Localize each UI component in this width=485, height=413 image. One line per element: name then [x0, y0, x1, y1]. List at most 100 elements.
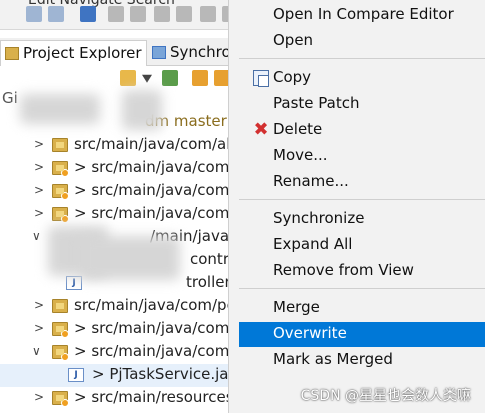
- project-explorer-icon: [5, 47, 19, 60]
- commit-icon[interactable]: [162, 70, 178, 86]
- modified-overlay-icon: [61, 330, 69, 338]
- package-folder-icon: [52, 391, 69, 407]
- view-toolbar: [0, 66, 240, 88]
- save-icon[interactable]: [26, 6, 42, 22]
- chevron-right-icon[interactable]: >: [34, 390, 44, 404]
- tree-row-label: contr: [190, 250, 229, 268]
- tree-row-selected[interactable]: J > PjTaskService.java: [0, 364, 247, 387]
- chevron-down-icon[interactable]: ∨: [32, 344, 41, 358]
- menu-separator: [239, 288, 485, 289]
- csdn-watermark: CSDN @星星也会数人类嘛: [300, 388, 471, 404]
- save-all-icon[interactable]: [48, 6, 64, 22]
- view-tab-bar: Project Explorer Synchro: [0, 38, 240, 66]
- tab-synchronize[interactable]: Synchro: [148, 40, 235, 66]
- menu-separator: [239, 58, 485, 59]
- main-toolbar: Edit Navigate Search: [0, 0, 240, 30]
- menu-item-label: Open In Compare Editor: [273, 5, 454, 23]
- menu-item-label: Overwrite: [273, 324, 347, 342]
- blurred-project-name: [122, 90, 162, 130]
- partial-label: Gi: [2, 89, 18, 107]
- menu-item-label: Mark as Merged: [273, 350, 393, 368]
- dropdown-chevron-icon[interactable]: [142, 74, 152, 83]
- delete-icon: ✖: [253, 119, 269, 140]
- menu-item-overwrite[interactable]: Overwrite: [239, 322, 485, 347]
- menu-item-move[interactable]: Move...: [239, 144, 485, 169]
- tree-row[interactable]: > src/main/java/com/ali: [0, 134, 240, 157]
- tree-row-label: troller: [186, 273, 231, 291]
- java-file-icon: J: [68, 368, 84, 382]
- menu-item-remove-from-view[interactable]: Remove from View: [239, 259, 485, 284]
- tree-row[interactable]: > > src/main/java/com/: [0, 318, 240, 341]
- chevron-right-icon[interactable]: >: [34, 183, 44, 197]
- menu-item-open[interactable]: Open: [239, 29, 485, 54]
- package-folder-icon: [52, 184, 69, 200]
- tree-row-label: > PjTaskService.java: [92, 365, 247, 383]
- menu-item-merge[interactable]: Merge: [239, 296, 485, 321]
- terminal-icon[interactable]: [80, 6, 96, 22]
- menu-item-label: Paste Patch: [273, 94, 360, 112]
- tree-row[interactable]: > > src/main/resources: [0, 387, 240, 410]
- modified-overlay-icon: [61, 215, 69, 223]
- menu-separator: [239, 199, 485, 200]
- sync-toolbar-icon[interactable]: [120, 70, 136, 86]
- menu-item-label: Copy: [273, 68, 312, 86]
- tree-row[interactable]: > > src/main/java/com/: [0, 157, 240, 180]
- chevron-right-icon[interactable]: >: [34, 137, 44, 151]
- menu-item-label: Rename...: [273, 172, 349, 190]
- package-folder-icon: [52, 322, 69, 338]
- chevron-right-icon[interactable]: >: [34, 298, 44, 312]
- synchronize-icon: [152, 46, 166, 59]
- chevron-right-icon[interactable]: >: [34, 321, 44, 335]
- tree-row[interactable]: > src/main/java/com/pe: [0, 295, 240, 318]
- pause-icon[interactable]: [130, 6, 146, 22]
- menu-item-label: Expand All: [273, 235, 353, 253]
- package-folder-icon: [52, 138, 68, 152]
- tab-label: Synchro: [170, 43, 231, 61]
- tree-row[interactable]: ∨ > src/main/java/com/: [0, 341, 240, 364]
- menu-item-mark-as-merged[interactable]: Mark as Merged: [239, 348, 485, 373]
- package-folder-icon: [52, 161, 69, 177]
- package-folder-icon: [52, 345, 69, 361]
- step-over-icon[interactable]: [176, 6, 192, 22]
- menu-item-label: Merge: [273, 298, 320, 316]
- modified-overlay-icon: [61, 192, 69, 200]
- menu-item-copy[interactable]: Copy: [239, 66, 485, 91]
- java-file-icon: J: [66, 276, 82, 290]
- tree-row[interactable]: > > src/main/java/com/: [0, 203, 240, 226]
- menu-item-label: Synchronize: [273, 209, 365, 227]
- step-into-icon[interactable]: [200, 6, 216, 22]
- modified-overlay-icon: [61, 353, 69, 361]
- menu-item-paste-patch[interactable]: Paste Patch: [239, 92, 485, 117]
- menu-item-label: Delete: [273, 120, 323, 138]
- chevron-right-icon[interactable]: >: [34, 206, 44, 220]
- menu-item-label: Remove from View: [273, 261, 414, 279]
- menu-item-rename[interactable]: Rename...: [239, 170, 485, 195]
- tree-row-label: > src/main/java/com/: [74, 342, 235, 360]
- tree-row-label: > src/main/java/com/: [74, 204, 235, 222]
- tree-row-label: src/main/java/com/pe: [74, 296, 236, 314]
- menu-item-delete[interactable]: ✖ Delete: [239, 118, 485, 143]
- menu-item-open-in-compare-editor[interactable]: Open In Compare Editor: [239, 3, 485, 28]
- menu-item-label: Open: [273, 31, 314, 49]
- modified-overlay-icon: [61, 399, 69, 407]
- tab-project-explorer[interactable]: Project Explorer: [0, 40, 147, 66]
- package-folder-icon: [52, 207, 69, 223]
- tree-row-label: > src/main/resources: [74, 388, 234, 406]
- menu-item-synchronize[interactable]: Synchronize: [239, 207, 485, 232]
- context-menu: Open In Compare Editor Open Copy Paste P…: [228, 0, 485, 413]
- chevron-right-icon[interactable]: >: [34, 160, 44, 174]
- copy-icon: [253, 70, 269, 87]
- tree-row-label: > src/main/java/com/: [74, 181, 235, 199]
- tree-row-label: > src/main/java/com/: [74, 158, 235, 176]
- stop-icon[interactable]: [154, 6, 170, 22]
- pull-icon[interactable]: [192, 70, 208, 86]
- menu-item-expand-all[interactable]: Expand All: [239, 233, 485, 258]
- tree-row[interactable]: > > src/main/java/com/: [0, 180, 240, 203]
- package-folder-icon: [52, 299, 68, 313]
- tree-row-label: src/main/java/com/ali: [74, 135, 235, 153]
- menu-item-label: Move...: [273, 146, 328, 164]
- run-icon[interactable]: [108, 6, 124, 22]
- chevron-down-icon[interactable]: ∨: [32, 229, 41, 243]
- blurred-package-name-2: [80, 236, 180, 280]
- blurred-project-name-2: [20, 94, 100, 124]
